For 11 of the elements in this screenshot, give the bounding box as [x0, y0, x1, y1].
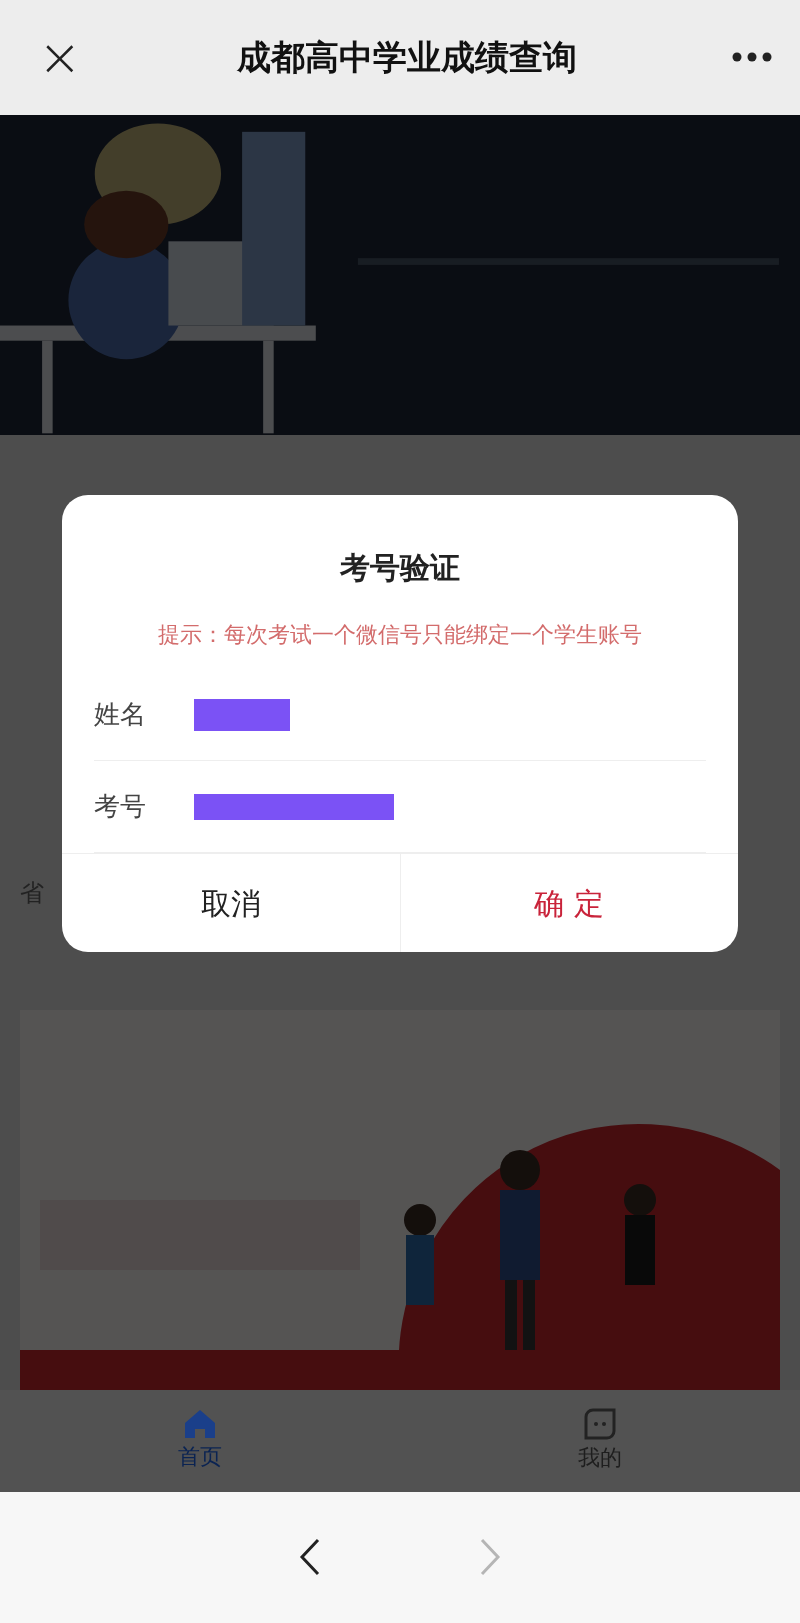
close-button[interactable]: ×: [38, 31, 82, 84]
more-icon[interactable]: [732, 52, 772, 63]
field-label: 考号: [94, 790, 147, 823]
dialog-title: 考号验证: [339, 549, 461, 587]
hint-text: 提示：每次考试一个微信号只能绑定一个学生账号: [157, 621, 643, 649]
page-title: 成都高中学业成绩查询: [236, 35, 577, 79]
chat-icon: [583, 1407, 617, 1442]
home-icon: [183, 1408, 217, 1441]
cancel-button[interactable]: 取消: [62, 854, 400, 952]
field-label: 姓名: [94, 698, 147, 731]
confirm-button[interactable]: 确 定: [399, 854, 738, 952]
